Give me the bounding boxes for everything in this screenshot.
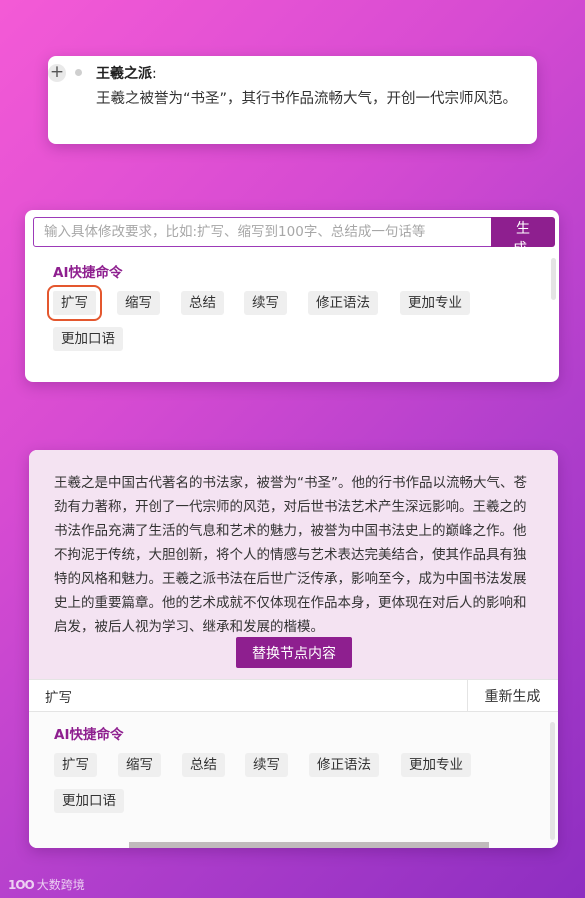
regenerate-button[interactable]: 重新生成 [467,680,557,711]
chip-expand[interactable]: 扩写 [47,285,102,321]
replace-node-content-button[interactable]: 替换节点内容 [236,637,352,668]
chip-fix-grammar[interactable]: 修正语法 [309,753,379,777]
bullet-dot-icon [75,69,82,76]
ai-shortcuts-label: AI快捷命令 [54,727,124,743]
plus-icon[interactable]: + [48,64,66,82]
command-row: 扩写 重新生成 [29,679,558,712]
node-title: 王羲之派: [96,66,157,82]
scrollbar[interactable] [551,258,556,300]
chip-shorten[interactable]: 缩写 [118,753,161,777]
prompt-row: 生 成 [33,217,555,257]
chip-expand[interactable]: 扩写 [54,753,97,777]
watermark-logo: 1OO [8,878,35,892]
underlying-image-strip [129,842,489,848]
chip-continue[interactable]: 续写 [245,753,288,777]
chip-summarize[interactable]: 总结 [182,753,225,777]
watermark-text: 大数跨境 [36,878,85,892]
chip-more-professional[interactable]: 更加专业 [400,291,470,315]
generated-text: 王羲之是中国古代著名的书法家，被誉为“书圣”。他的行书作品以流畅大气、苍劲有力著… [54,475,527,635]
command-input[interactable]: 扩写 [45,686,72,706]
shortcuts-area: AI快捷命令 扩写 缩写 总结 续写 修正语法 更加专业 更加口语 [29,712,558,848]
node-body: 王羲之被誉为“书圣”，其行书作品流畅大气，开创一代宗师风范。 [96,91,518,107]
prompt-input[interactable] [33,217,493,247]
chip-more-professional[interactable]: 更加专业 [401,753,471,777]
chip-more-colloquial[interactable]: 更加口语 [53,327,123,351]
result-content: 王羲之是中国古代著名的书法家，被誉为“书圣”。他的行书作品以流畅大气、苍劲有力著… [29,450,558,679]
generate-button[interactable]: 生 成 [491,217,555,257]
chip-fix-grammar[interactable]: 修正语法 [308,291,378,315]
mindmap-node-card[interactable]: + 王羲之派: 王羲之被誉为“书圣”，其行书作品流畅大气，开创一代宗师风范。 [48,56,537,144]
chip-summarize[interactable]: 总结 [181,291,224,315]
ai-result-panel: 王羲之是中国古代著名的书法家，被誉为“书圣”。他的行书作品以流畅大气、苍劲有力著… [29,450,558,848]
ai-shortcuts-label: AI快捷命令 [53,265,123,281]
chip-continue[interactable]: 续写 [244,291,287,315]
watermark: 1OO 大数跨境 [8,876,85,893]
chip-more-colloquial[interactable]: 更加口语 [54,789,124,813]
chip-shorten[interactable]: 缩写 [117,291,160,315]
ai-prompt-panel: 生 成 AI快捷命令 扩写 缩写 总结 续写 修正语法 更加专业 更加口语 [25,210,559,382]
scrollbar[interactable] [550,722,555,840]
